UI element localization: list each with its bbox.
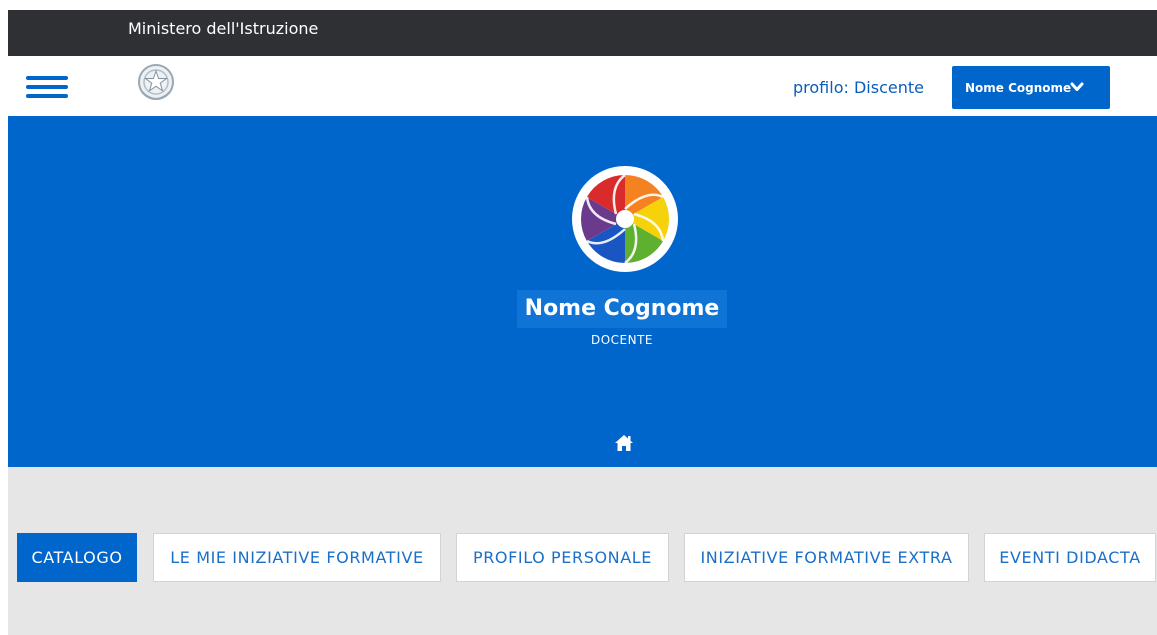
- app-header: profilo: Discente Nome Cognome: [8, 56, 1157, 116]
- tab-profilo-personale[interactable]: PROFILO PERSONALE: [456, 533, 669, 582]
- tab-eventi-didacta[interactable]: EVENTI DIDACTA: [984, 533, 1156, 582]
- tab-label: INIZIATIVE FORMATIVE EXTRA: [700, 548, 953, 567]
- profile-hero: Nome Cognome DOCENTE: [8, 116, 1157, 467]
- home-icon[interactable]: [614, 434, 634, 452]
- user-role: DOCENTE: [590, 333, 654, 347]
- rainbow-swirl-logo: [581, 175, 669, 263]
- republic-emblem-icon: [138, 64, 174, 100]
- tab-le-mie-iniziative-formative[interactable]: LE MIE INIZIATIVE FORMATIVE: [153, 533, 441, 582]
- profile-avatar: [572, 166, 678, 272]
- tab-label: PROFILO PERSONALE: [472, 548, 653, 567]
- tab-iniziative-formative-extra[interactable]: INIZIATIVE FORMATIVE EXTRA: [684, 533, 969, 582]
- user-menu-button[interactable]: Nome Cognome: [952, 66, 1110, 109]
- user-name-heading: Nome Cognome: [517, 290, 727, 328]
- content-area: CATALOGO LE MIE INIZIATIVE FORMATIVE PRO…: [8, 467, 1157, 635]
- tab-catalogo[interactable]: CATALOGO: [17, 533, 137, 582]
- ministry-name: Ministero dell'Istruzione: [128, 19, 319, 38]
- chevron-down-icon: [1070, 82, 1084, 91]
- tab-label: EVENTI DIDACTA: [999, 548, 1141, 567]
- hamburger-menu-icon[interactable]: [26, 76, 68, 98]
- tab-label: CATALOGO: [31, 548, 123, 567]
- ministry-top-bar: Ministero dell'Istruzione: [8, 10, 1157, 56]
- user-menu-label: Nome Cognome: [965, 80, 1072, 95]
- tab-label: LE MIE INIZIATIVE FORMATIVE: [170, 548, 424, 567]
- profile-label: profilo: Discente: [793, 78, 924, 97]
